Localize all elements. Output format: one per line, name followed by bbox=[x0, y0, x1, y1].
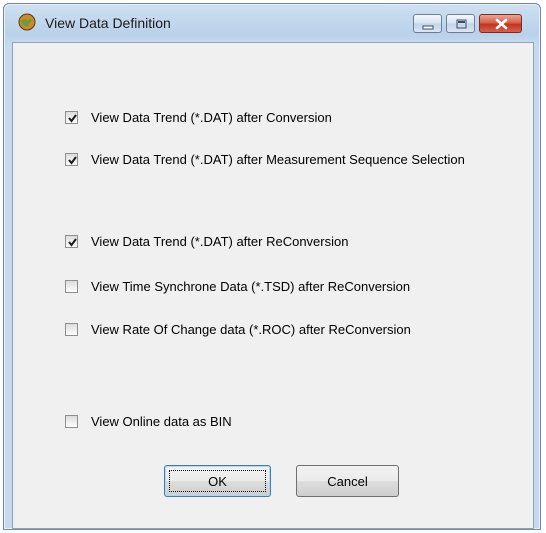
checkmark-icon bbox=[68, 155, 77, 165]
maximize-icon bbox=[456, 19, 467, 29]
option-label: View Data Trend (*.DAT) after Conversion bbox=[91, 109, 332, 125]
minimize-icon bbox=[422, 25, 434, 30]
option-view-online-as-bin[interactable]: View Online data as BIN bbox=[65, 413, 232, 429]
checkmark-icon bbox=[68, 237, 77, 247]
option-view-dat-after-conversion[interactable]: View Data Trend (*.DAT) after Conversion bbox=[65, 109, 332, 125]
globe-icon bbox=[17, 12, 37, 32]
close-button[interactable] bbox=[479, 14, 522, 33]
focus-rect bbox=[169, 470, 266, 492]
option-view-tsd-after-reconversion[interactable]: View Time Synchrone Data (*.TSD) after R… bbox=[65, 278, 410, 294]
cancel-button-label: Cancel bbox=[327, 473, 368, 489]
close-icon bbox=[495, 18, 508, 30]
option-label: View Data Trend (*.DAT) after Measuremen… bbox=[91, 151, 465, 167]
title-bar[interactable]: View Data Definition bbox=[4, 4, 540, 44]
window-title: View Data Definition bbox=[45, 15, 171, 31]
checkmark-icon bbox=[68, 113, 77, 123]
option-label: View Online data as BIN bbox=[91, 413, 232, 429]
option-view-roc-after-reconversion[interactable]: View Rate Of Change data (*.ROC) after R… bbox=[65, 321, 411, 337]
checkbox[interactable] bbox=[65, 414, 78, 428]
ok-button[interactable]: OK bbox=[164, 465, 271, 497]
option-view-dat-after-reconversion[interactable]: View Data Trend (*.DAT) after ReConversi… bbox=[65, 233, 348, 249]
checkbox[interactable] bbox=[65, 152, 78, 166]
minimize-button[interactable] bbox=[413, 14, 442, 33]
checkbox[interactable] bbox=[65, 110, 78, 124]
maximize-button[interactable] bbox=[446, 14, 475, 33]
option-label: View Rate Of Change data (*.ROC) after R… bbox=[91, 321, 411, 337]
cancel-button[interactable]: Cancel bbox=[296, 465, 399, 497]
option-label: View Data Trend (*.DAT) after ReConversi… bbox=[91, 233, 349, 249]
checkbox[interactable] bbox=[65, 234, 78, 248]
option-label: View Time Synchrone Data (*.TSD) after R… bbox=[91, 278, 411, 294]
option-view-dat-after-measurement-sequence[interactable]: View Data Trend (*.DAT) after Measuremen… bbox=[65, 151, 465, 167]
checkbox[interactable] bbox=[65, 322, 78, 336]
checkbox[interactable] bbox=[65, 279, 78, 293]
dialog-window: View Data Definition bbox=[3, 3, 541, 530]
